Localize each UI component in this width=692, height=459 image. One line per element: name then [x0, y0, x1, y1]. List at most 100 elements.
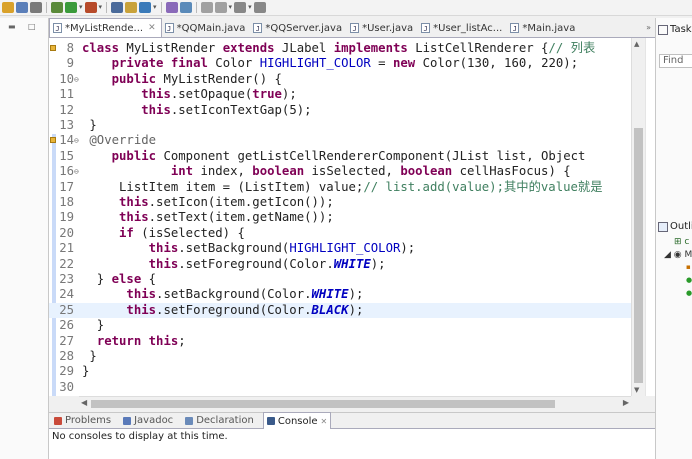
bottom-tab[interactable]: Declaration	[182, 413, 257, 429]
back-icon[interactable]	[234, 2, 247, 13]
editor-tab[interactable]: J *MyListRende... ✕	[49, 18, 162, 37]
code-line[interactable]: 17 ListItem item = (ListItem) value;// l…	[49, 180, 631, 195]
bottom-tab[interactable]: Console ✕	[262, 412, 332, 429]
code-text[interactable]: if (isSelected) {	[82, 226, 245, 241]
code-text[interactable]: this.setForeground(Color.BLACK);	[82, 303, 363, 318]
code-text[interactable]: }	[82, 364, 89, 379]
dropdown-arrow-icon[interactable]: ▾	[153, 4, 157, 11]
horizontal-scroll-thumb[interactable]	[91, 400, 555, 408]
code-text[interactable]: public Component getListCellRendererComp…	[82, 149, 586, 164]
code-line[interactable]: 21 this.setBackground(HIGHLIGHT_COLOR);	[49, 241, 631, 256]
code-line[interactable]: 27 return this;	[49, 334, 631, 349]
code-line[interactable]: 22 this.setForeground(Color.WHITE);	[49, 257, 631, 272]
code-text[interactable]: }	[82, 118, 96, 133]
code-line[interactable]: 19 this.setText(item.getName());	[49, 210, 631, 225]
code-text[interactable]: this.setIconTextGap(5);	[82, 103, 311, 118]
editor-tab[interactable]: J *User.java	[347, 19, 418, 37]
code-text[interactable]: class MyListRender extends JLabel implem…	[82, 41, 595, 56]
code-text[interactable]: }	[82, 318, 104, 333]
dropdown-arrow-icon[interactable]: ▾	[229, 4, 233, 11]
new-java-project-icon[interactable]	[111, 2, 124, 13]
close-tab-icon[interactable]: ✕	[321, 417, 328, 426]
code-line[interactable]: 29}	[49, 364, 631, 379]
open-type-icon[interactable]	[165, 2, 178, 13]
dropdown-arrow-icon[interactable]: ▾	[99, 4, 103, 11]
bottom-tab[interactable]: Javadoc	[120, 413, 176, 429]
code-line[interactable]: 9 private final Color HIGHLIGHT_COLOR = …	[49, 56, 631, 71]
code-text[interactable]: this.setBackground(Color.WHITE);	[82, 287, 363, 302]
code-line[interactable]: 8 class MyListRender extends JLabel imple…	[49, 41, 631, 56]
find-input[interactable]: Find	[659, 54, 692, 68]
editor-tab[interactable]: J *Main.java	[507, 19, 580, 37]
code-line[interactable]: 15 public Component getListCellRendererC…	[49, 149, 631, 164]
code-text[interactable]: int index, boolean isSelected, boolean c…	[82, 164, 571, 179]
new-icon[interactable]	[2, 2, 14, 13]
external-tools-icon[interactable]	[84, 2, 97, 13]
save-icon[interactable]	[16, 2, 28, 13]
run-icon[interactable]	[65, 2, 77, 13]
code-text[interactable]: this.setOpaque(true);	[82, 87, 297, 102]
code-line[interactable]: 13 }	[49, 118, 631, 133]
new-class-icon[interactable]	[139, 2, 152, 13]
outline-import-icon[interactable]: ⊞ c	[674, 237, 689, 247]
horizontal-scrollbar[interactable]: ◀ ▶	[79, 396, 631, 410]
outline-tab[interactable]: Outlin	[658, 221, 692, 232]
vertical-scrollbar[interactable]: ▲ ▼	[631, 38, 645, 396]
code-line[interactable]: 16 ⊖ int index, boolean isSelected, boole…	[49, 164, 631, 179]
next-annotation-icon[interactable]	[214, 2, 227, 13]
bottom-tab[interactable]: Problems	[51, 413, 114, 429]
print-icon[interactable]	[30, 2, 42, 13]
scroll-up-icon[interactable]: ▲	[634, 40, 639, 48]
editor-tab[interactable]: J *QQServer.java	[250, 19, 347, 37]
outline-field-icon[interactable]: ▪	[686, 263, 691, 271]
code-text[interactable]: return this;	[82, 334, 186, 349]
code-line[interactable]: 24 this.setBackground(Color.WHITE);	[49, 287, 631, 302]
code-line[interactable]: 11 this.setOpaque(true);	[49, 87, 631, 102]
search-icon[interactable]	[179, 2, 192, 13]
vertical-scroll-thumb[interactable]	[634, 128, 643, 383]
code-line[interactable]: 25 this.setForeground(Color.BLACK);	[49, 302, 631, 319]
code-text[interactable]: this.setBackground(HIGHLIGHT_COLOR);	[82, 241, 416, 256]
dropdown-arrow-icon[interactable]: ▾	[79, 4, 83, 11]
code-text[interactable]: } else {	[82, 272, 156, 287]
fold-toggle-icon[interactable]: ⊖	[74, 72, 79, 87]
outline-class-icon[interactable]: ◢ ◉ M	[664, 250, 692, 260]
code-text[interactable]: @Override	[82, 133, 156, 148]
code-line[interactable]: 12 this.setIconTextGap(5);	[49, 103, 631, 118]
code-text[interactable]: }	[82, 349, 96, 364]
task-list-tab[interactable]: Task Li	[658, 24, 692, 35]
dropdown-arrow-icon[interactable]: ▾	[248, 4, 252, 11]
code-text[interactable]: private final Color HIGHLIGHT_COLOR = ne…	[82, 56, 578, 71]
prev-annotation-icon[interactable]	[200, 2, 213, 13]
scroll-left-icon[interactable]: ◀	[81, 398, 87, 407]
code-line[interactable]: 20 if (isSelected) {	[49, 226, 631, 241]
code-line[interactable]: 18 this.setIcon(item.getIcon());	[49, 195, 631, 210]
outline-method-icon[interactable]: ●	[686, 276, 692, 284]
new-package-icon[interactable]	[125, 2, 138, 13]
editor-tab[interactable]: J *User_listAc...	[418, 19, 507, 37]
code-line[interactable]: 30	[49, 380, 631, 395]
code-line[interactable]: 26 }	[49, 318, 631, 333]
fold-toggle-icon[interactable]: ⊖	[74, 164, 79, 179]
code-line[interactable]: 23 } else {	[49, 272, 631, 287]
code-text[interactable]: this.setForeground(Color.WHITE);	[82, 257, 386, 272]
editor-tab[interactable]: J *QQMain.java	[162, 19, 251, 37]
scroll-down-icon[interactable]: ▼	[634, 386, 639, 394]
tab-overflow-button[interactable]: »	[646, 23, 655, 32]
scroll-right-icon[interactable]: ▶	[623, 398, 629, 407]
fold-toggle-icon[interactable]: ⊖	[74, 133, 79, 148]
code-text[interactable]: ListItem item = (ListItem) value;// list…	[82, 180, 602, 195]
outline-method-icon[interactable]: ●	[686, 289, 692, 297]
maximize-icon[interactable]: □	[28, 22, 36, 31]
close-tab-icon[interactable]: ✕	[148, 23, 156, 33]
code-line[interactable]: 10 ⊖ public MyListRender() {	[49, 72, 631, 87]
forward-icon[interactable]	[253, 2, 266, 13]
code-text[interactable]: this.setText(item.getName());	[82, 210, 334, 225]
code-line[interactable]: 14 ⊖ @Override	[49, 133, 631, 148]
minimize-icon[interactable]: ▬	[8, 22, 16, 31]
code-text[interactable]: public MyListRender() {	[82, 72, 282, 87]
code-line[interactable]: 28 }	[49, 349, 631, 364]
debug-icon[interactable]	[51, 2, 63, 13]
code-text[interactable]: this.setIcon(item.getIcon());	[82, 195, 334, 210]
code-editor[interactable]: 8 class MyListRender extends JLabel imple…	[49, 38, 631, 396]
